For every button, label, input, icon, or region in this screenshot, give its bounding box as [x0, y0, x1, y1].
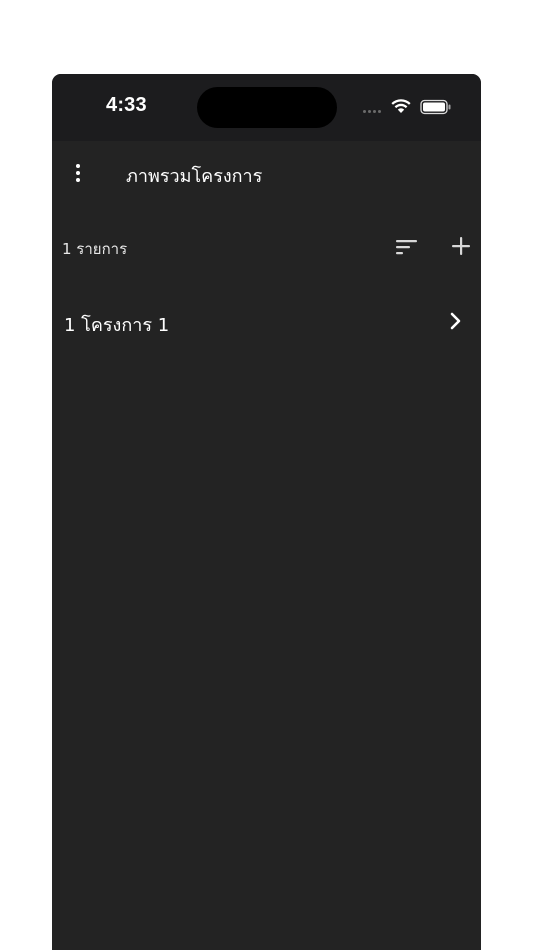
status-time: 4:33: [106, 94, 147, 116]
item-count: 1 รายการ: [62, 240, 128, 258]
wifi-icon: [391, 99, 411, 113]
list-item[interactable]: 1 โครงการ 1: [52, 300, 481, 344]
battery-icon: [420, 99, 451, 115]
page-title: ภาพรวมโครงการ: [126, 166, 263, 187]
project-list: 1 โครงการ 1: [52, 300, 481, 344]
list-toolbar: 1 รายการ: [52, 224, 481, 270]
more-vertical-icon[interactable]: [67, 159, 89, 187]
app-bar: ภาพรวมโครงการ: [52, 141, 481, 206]
cellular-signal-icon: [363, 110, 381, 113]
list-item-label: 1 โครงการ 1: [64, 315, 170, 336]
chevron-right-icon: [450, 312, 461, 330]
plus-icon[interactable]: [448, 233, 474, 259]
dynamic-island: [197, 87, 337, 128]
status-bar: 4:33: [52, 74, 481, 141]
sort-icon[interactable]: [393, 234, 421, 260]
device-screen: 4:33 ภาพรวมโครงการ 1 รายการ 1 โครงการ 1: [52, 74, 481, 950]
